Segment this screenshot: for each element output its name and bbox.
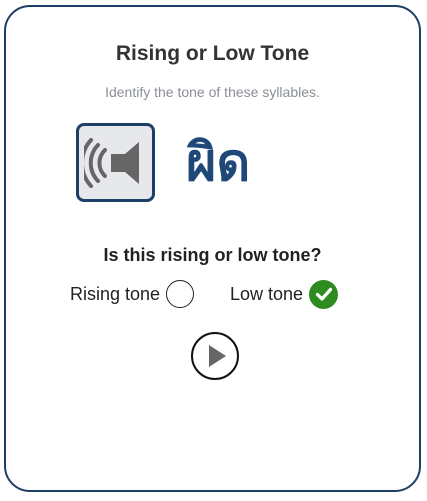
option-rising-tone[interactable]: Rising tone xyxy=(70,279,195,309)
radio-button[interactable] xyxy=(166,280,195,308)
checkmark-icon xyxy=(309,279,339,309)
next-button[interactable] xyxy=(191,332,239,380)
thai-word: ผิด xyxy=(186,133,251,193)
question-text: Is this rising or low tone? xyxy=(103,245,322,265)
option-low-tone[interactable]: Low tone xyxy=(230,279,339,309)
play-audio-button[interactable] xyxy=(76,123,155,202)
option-label: Rising tone xyxy=(70,283,161,304)
exercise-card: Rising or Low Tone Identify the tone of … xyxy=(4,5,421,492)
play-icon xyxy=(209,345,226,367)
exercise-title: Rising or Low Tone xyxy=(115,42,310,65)
option-label: Low tone xyxy=(230,283,304,304)
exercise-instruction: Identify the tone of these syllables. xyxy=(105,84,320,100)
speaker-icon xyxy=(83,137,139,188)
